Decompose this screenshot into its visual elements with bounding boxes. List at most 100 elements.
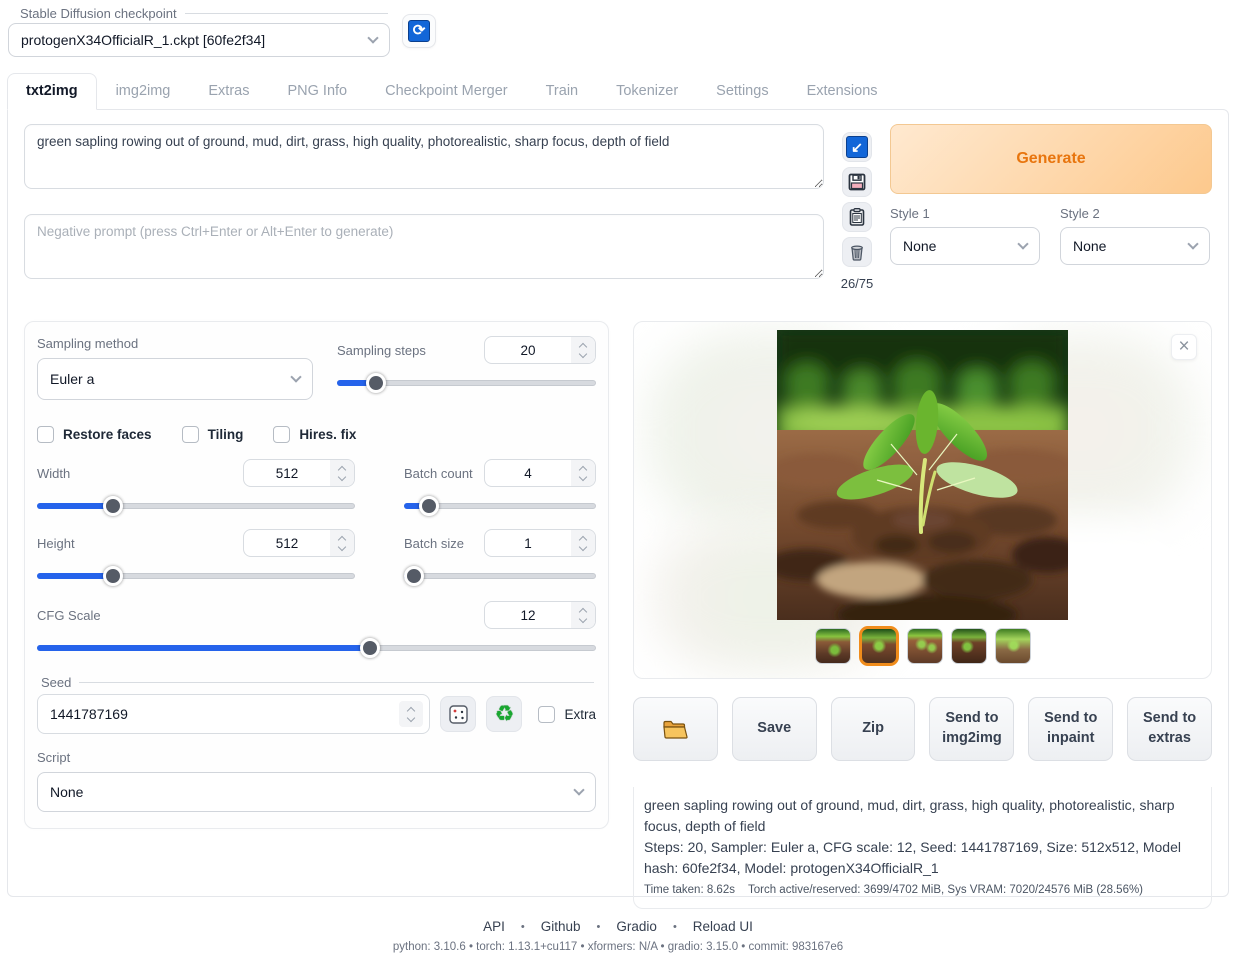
cfg-scale-number[interactable] xyxy=(484,601,596,629)
tab-extras[interactable]: Extras xyxy=(189,73,268,110)
send-to-inpaint-button[interactable]: Send to inpaint xyxy=(1028,697,1113,761)
arrow-down-left-icon: ↙ xyxy=(846,136,868,158)
batch-size-label: Batch size xyxy=(404,536,464,551)
seed-value[interactable] xyxy=(38,706,399,722)
separator: • xyxy=(673,921,677,933)
batch-count-number[interactable] xyxy=(484,459,596,487)
trash-icon xyxy=(847,242,867,262)
cfg-scale-value[interactable] xyxy=(485,608,571,623)
height-slider[interactable] xyxy=(37,567,355,585)
stepper-buttons[interactable] xyxy=(330,460,354,486)
thumbnail-3[interactable] xyxy=(907,628,943,664)
restore-faces-checkbox[interactable]: Restore faces xyxy=(37,426,152,443)
negative-prompt-input[interactable] xyxy=(24,214,824,279)
save-button[interactable]: Save xyxy=(732,697,817,761)
close-icon: × xyxy=(1178,336,1189,357)
floppy-disk-icon xyxy=(847,172,867,192)
divider xyxy=(79,682,594,683)
refresh-icon: ⟳ xyxy=(408,20,430,42)
hires-fix-checkbox[interactable]: Hires. fix xyxy=(273,426,356,443)
generate-button[interactable]: Generate xyxy=(890,124,1212,194)
gradio-link[interactable]: Gradio xyxy=(612,919,661,934)
checkpoint-label: Stable Diffusion checkpoint xyxy=(20,6,177,21)
thumbnail-4[interactable] xyxy=(951,628,987,664)
send-to-img2img-button[interactable]: Send to img2img xyxy=(929,697,1014,761)
stepper-buttons[interactable] xyxy=(571,337,595,363)
close-gallery-button[interactable]: × xyxy=(1171,334,1197,360)
height-number[interactable] xyxy=(243,529,355,557)
tab-img2img[interactable]: img2img xyxy=(97,73,190,110)
send-to-extras-button[interactable]: Send to extras xyxy=(1127,697,1212,761)
github-link[interactable]: Github xyxy=(537,919,585,934)
seed-label: Seed xyxy=(41,675,71,690)
clear-prompt-button[interactable] xyxy=(842,237,872,267)
stepper-buttons[interactable] xyxy=(571,530,595,556)
batch-size-slider[interactable] xyxy=(404,567,596,585)
sampling-method-dropdown[interactable]: Euler a xyxy=(37,358,313,400)
checkpoint-dropdown[interactable]: protogenX34OfficialR_1.ckpt [60fe2f34] xyxy=(8,23,390,57)
stepper-buttons[interactable] xyxy=(399,701,423,727)
separator: • xyxy=(597,921,601,933)
style1-label: Style 1 xyxy=(890,206,1040,221)
batch-size-number[interactable] xyxy=(484,529,596,557)
style1-dropdown[interactable]: None xyxy=(890,227,1040,265)
thumbnail-strip xyxy=(634,626,1211,666)
refresh-checkpoints-button[interactable]: ⟳ xyxy=(402,14,436,48)
tab-settings[interactable]: Settings xyxy=(697,73,787,110)
reload-ui-link[interactable]: Reload UI xyxy=(689,919,757,934)
sampling-steps-value[interactable] xyxy=(485,343,571,358)
tiling-checkbox[interactable]: Tiling xyxy=(182,426,244,443)
stepper-buttons[interactable] xyxy=(330,530,354,556)
checkpoint-value: protogenX34OfficialR_1.ckpt [60fe2f34] xyxy=(21,32,265,48)
script-dropdown[interactable]: None xyxy=(37,772,596,812)
generated-image[interactable] xyxy=(777,330,1068,620)
zip-button[interactable]: Zip xyxy=(831,697,916,761)
tab-checkpoint-merger[interactable]: Checkpoint Merger xyxy=(366,73,527,110)
thumbnail-5[interactable] xyxy=(995,628,1031,664)
tab-train[interactable]: Train xyxy=(527,73,598,110)
style2-dropdown[interactable]: None xyxy=(1060,227,1210,265)
divider xyxy=(185,13,388,14)
tab-txt2img[interactable]: txt2img xyxy=(7,73,97,110)
cfg-scale-slider[interactable] xyxy=(37,639,596,657)
extra-seed-checkbox[interactable]: Extra xyxy=(538,706,596,723)
token-counter: 26/75 xyxy=(841,276,874,291)
chevron-down-icon xyxy=(1187,238,1198,249)
txt2img-panel: green sapling rowing out of ground, mud,… xyxy=(7,109,1229,897)
batch-size-value[interactable] xyxy=(485,536,571,551)
height-label: Height xyxy=(37,536,75,551)
width-slider[interactable] xyxy=(37,497,355,515)
tab-png-info[interactable]: PNG Info xyxy=(268,73,366,110)
dice-icon xyxy=(448,704,469,725)
folder-icon xyxy=(662,718,688,740)
batch-count-value[interactable] xyxy=(485,466,571,481)
checkbox-icon xyxy=(37,426,54,443)
tab-tokenizer[interactable]: Tokenizer xyxy=(597,73,697,110)
sampling-steps-number[interactable] xyxy=(484,336,596,364)
tab-extensions[interactable]: Extensions xyxy=(788,73,897,110)
thumbnail-1[interactable] xyxy=(815,628,851,664)
width-number[interactable] xyxy=(243,459,355,487)
reuse-seed-button[interactable]: ♻ xyxy=(486,696,522,732)
cfg-scale-label: CFG Scale xyxy=(37,608,101,623)
paste-params-button[interactable]: ↙ xyxy=(842,132,872,162)
image-actions: Save Zip Send to img2img Send to inpaint… xyxy=(633,697,1212,761)
width-value[interactable] xyxy=(244,466,330,481)
separator: • xyxy=(521,921,525,933)
apply-style-button[interactable] xyxy=(842,202,872,232)
prompt-input[interactable]: green sapling rowing out of ground, mud,… xyxy=(24,124,824,189)
style1-value: None xyxy=(903,238,936,254)
sampling-steps-label: Sampling steps xyxy=(337,343,426,358)
sampling-steps-slider[interactable] xyxy=(337,374,596,392)
save-style-button[interactable] xyxy=(842,167,872,197)
height-value[interactable] xyxy=(244,536,330,551)
stepper-buttons[interactable] xyxy=(571,602,595,628)
checkbox-icon xyxy=(182,426,199,443)
stepper-buttons[interactable] xyxy=(571,460,595,486)
batch-count-slider[interactable] xyxy=(404,497,596,515)
thumbnail-2-selected[interactable] xyxy=(859,626,899,666)
open-folder-button[interactable] xyxy=(633,697,718,761)
random-seed-button[interactable] xyxy=(440,696,476,732)
seed-number[interactable] xyxy=(37,694,430,734)
api-link[interactable]: API xyxy=(479,919,509,934)
